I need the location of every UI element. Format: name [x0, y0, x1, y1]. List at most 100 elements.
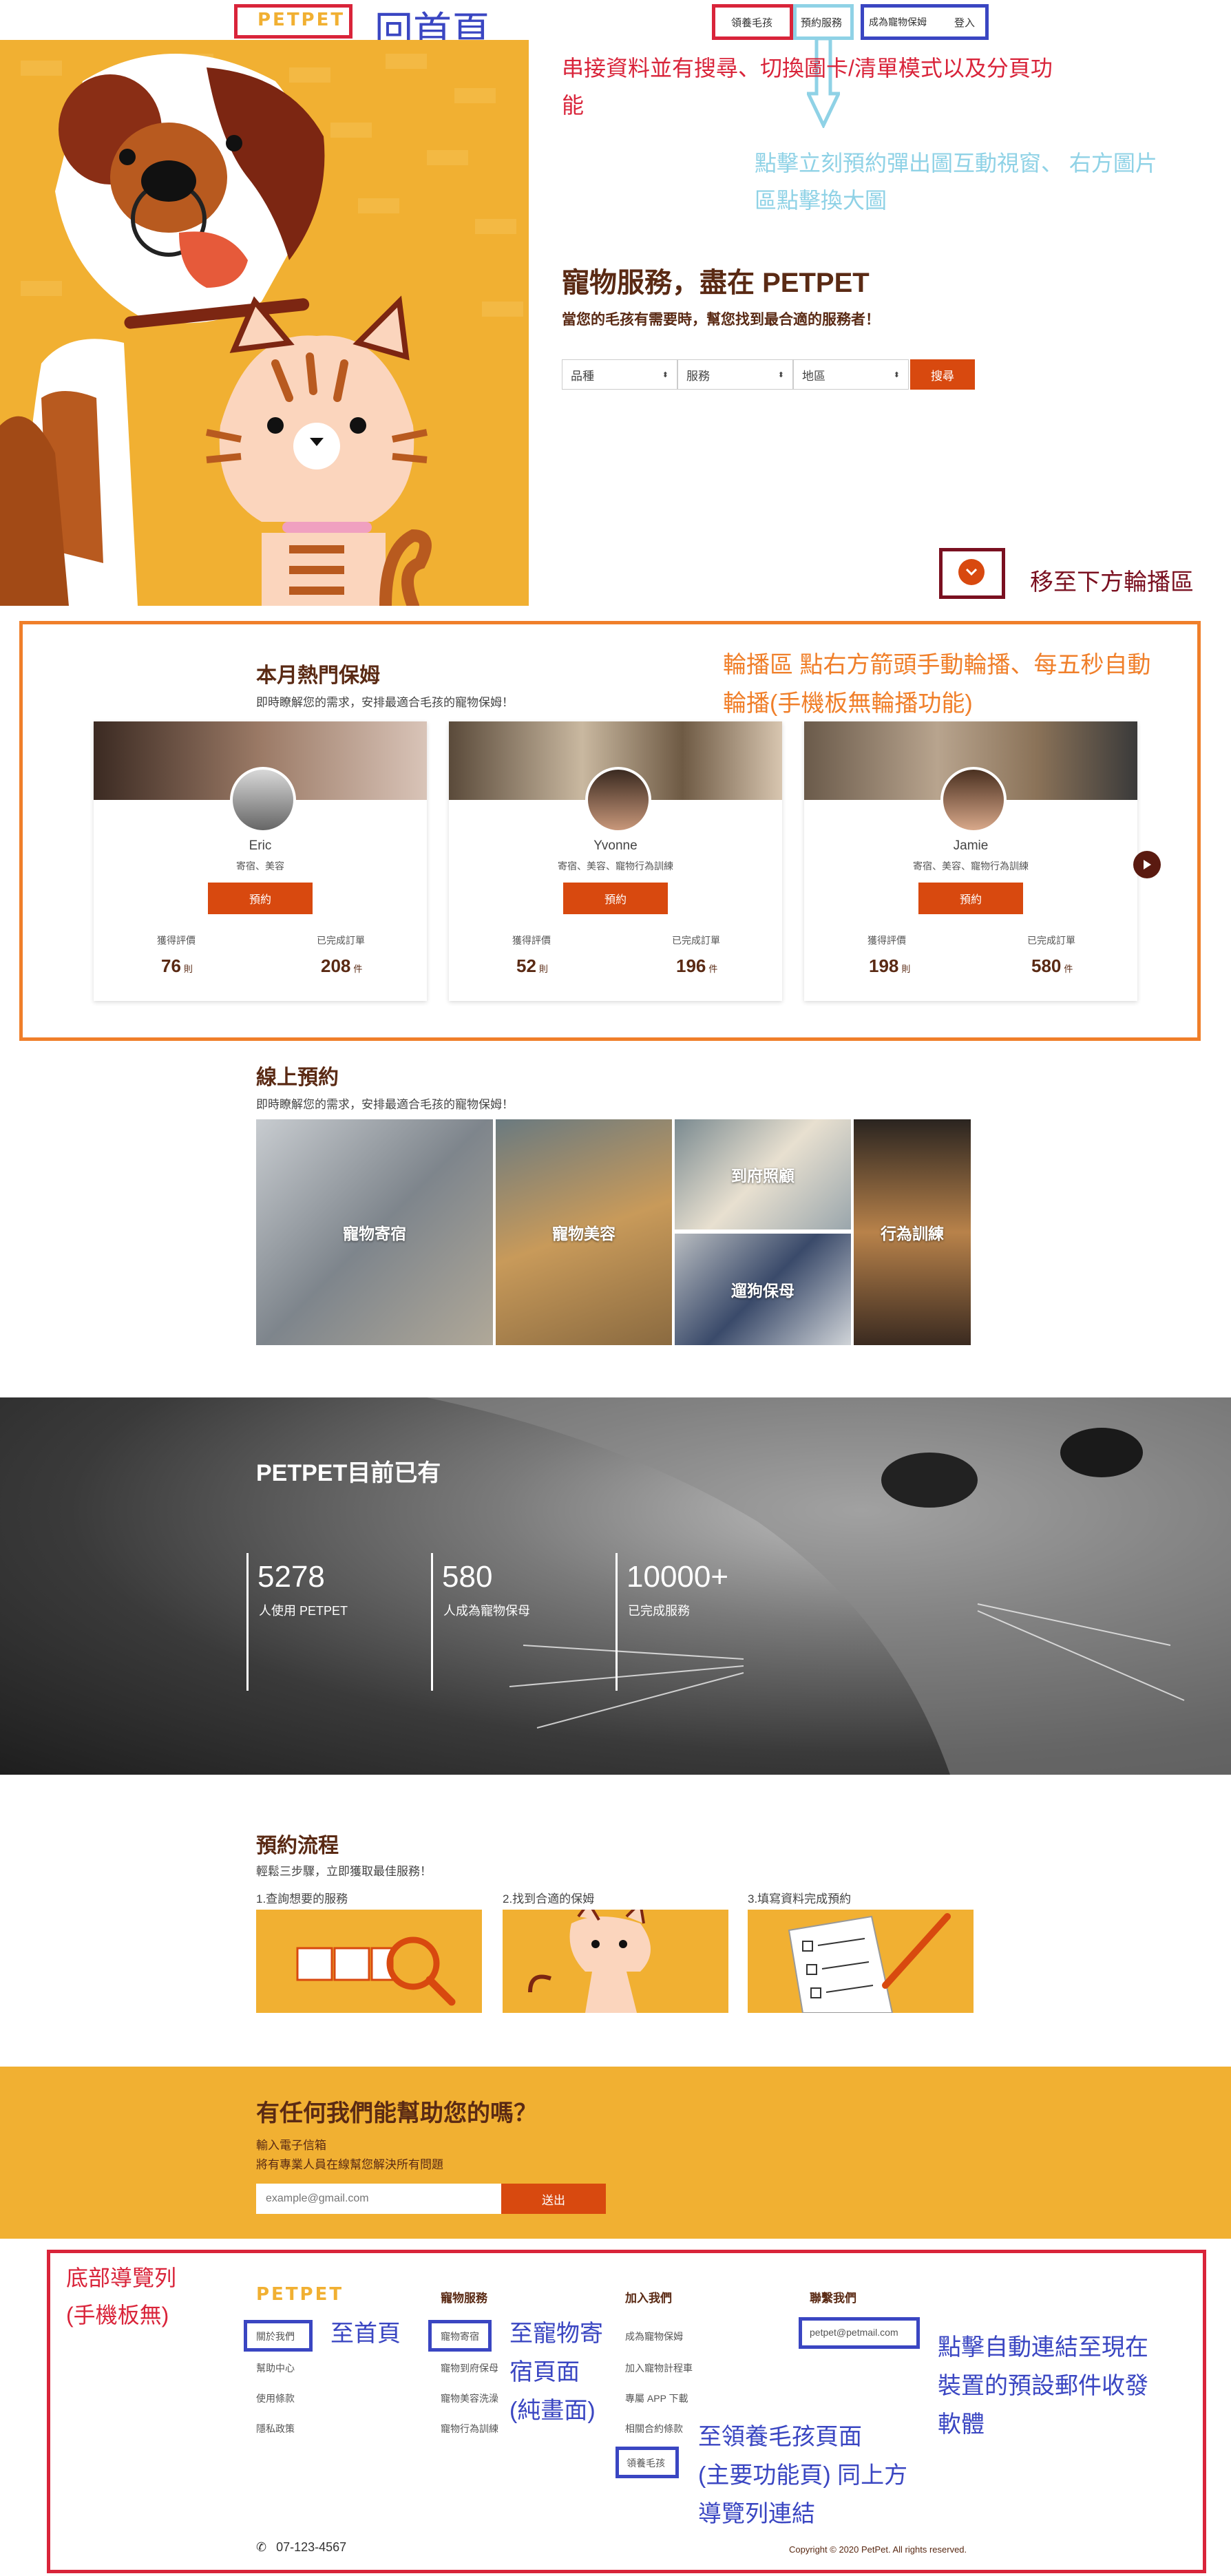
book-button[interactable]: 預約	[208, 883, 313, 914]
tile-home-care[interactable]: 到府照顧	[675, 1119, 851, 1229]
tile-label: 寵物寄宿	[343, 1225, 406, 1243]
orders-value: 196	[676, 956, 706, 976]
process-title: 預約流程	[256, 1835, 339, 1857]
rating-value: 198	[869, 956, 899, 976]
footer-link-grooming[interactable]: 寵物美容洗澡	[441, 2392, 498, 2405]
nav-login[interactable]: 登入	[954, 15, 975, 30]
rating-unit: 則	[901, 964, 911, 974]
footer-link-adopt[interactable]: 領養毛孩	[627, 2456, 665, 2470]
orders-label: 已完成訂單	[672, 935, 720, 946]
phone-number: 07-123-4567	[276, 2540, 347, 2554]
step-fill-form-illustration	[748, 1910, 974, 2014]
annotation-line: 底部導覽列	[66, 2266, 177, 2290]
tile-dog-walking[interactable]: 遛狗保母	[675, 1234, 851, 1345]
footer-copyright: Copyright © 2020 PetPet. All rights rese…	[789, 2544, 967, 2555]
scroll-down-button[interactable]	[958, 559, 985, 585]
tile-label: 到府照顧	[731, 1167, 795, 1185]
phone-icon: ✆	[256, 2540, 267, 2554]
stat-label: 人使用 PETPET	[259, 1604, 348, 1618]
stat-number: 5278	[257, 1560, 325, 1594]
filter-region-select[interactable]: 地區 ⬍	[793, 359, 909, 390]
annotation-email-auto: 點擊自動連結至現在 裝置的預設郵件收發 軟體	[938, 2328, 1148, 2444]
footer-link-privacy[interactable]: 隱私政策	[256, 2422, 295, 2436]
filter-service-label: 服務	[686, 369, 710, 383]
tile-boarding[interactable]: 寵物寄宿	[256, 1119, 493, 1345]
select-arrows-icon: ⬍	[662, 370, 669, 379]
footer-phone[interactable]: ✆ 07-123-4567	[256, 2540, 346, 2555]
annotation-scroll-down: 移至下方輪播區	[1030, 569, 1194, 595]
footer-heading-join: 加入我們	[625, 2292, 672, 2305]
sitter-name: Eric	[249, 838, 272, 853]
process-subtitle: 輕鬆三步驟，立即獲取最佳服務！	[256, 1865, 432, 1878]
help-title: 有任何我們能幫助您的嗎？	[256, 2100, 537, 2126]
orders-label: 已完成訂單	[1027, 935, 1075, 946]
footer-link-about[interactable]: 關於我們	[256, 2330, 295, 2343]
footer-link-terms[interactable]: 使用條款	[256, 2392, 295, 2405]
search-button[interactable]: 搜尋	[910, 359, 975, 390]
rating-label: 獲得評價	[512, 935, 551, 946]
footer-link-app[interactable]: 專屬 APP 下載	[625, 2392, 688, 2405]
stat-number: 580	[442, 1560, 493, 1594]
book-button[interactable]: 預約	[563, 883, 668, 914]
annotation-line: 至領養毛孩頁面	[698, 2424, 862, 2450]
footer-email-link[interactable]: petpet@petmail.com	[810, 2327, 898, 2338]
nav-become-sitter[interactable]: 成為寵物保姆	[869, 15, 927, 29]
stat-number: 10000+	[627, 1560, 729, 1594]
tile-label: 遛狗保母	[731, 1282, 795, 1300]
nav-adopt[interactable]: 領養毛孩	[731, 15, 772, 30]
header-logo[interactable]: PETPET	[257, 10, 345, 30]
orders-unit: 件	[353, 964, 363, 974]
sitter-tags: 寄宿、美容	[236, 861, 284, 872]
annotation-footer-nav: 底部導覽列 (手機板無)	[66, 2259, 176, 2334]
footer-link-help[interactable]: 幫助中心	[256, 2361, 295, 2375]
annotation-line: 裝置的預設郵件收發	[938, 2373, 1148, 2399]
stat-label: 已完成服務	[628, 1604, 690, 1618]
annotation-line: 輪播(手機板無輪播功能)	[723, 690, 973, 717]
popular-title: 本月熱門保姆	[256, 664, 380, 687]
orders-unit: 件	[708, 964, 718, 974]
step-label: 3.填寫資料完成預約	[748, 1892, 852, 1905]
email-input[interactable]	[256, 2184, 501, 2214]
filter-service-select[interactable]: 服務 ⬍	[677, 359, 793, 390]
footer-logo[interactable]: PETPET	[256, 2284, 344, 2305]
orders-unit: 件	[1064, 964, 1073, 974]
orders-value: 208	[321, 956, 351, 976]
filter-breed-select[interactable]: 品種 ⬍	[562, 359, 677, 390]
tile-training[interactable]: 行為訓練	[854, 1119, 971, 1345]
rating-unit: 則	[538, 964, 548, 974]
annotation-booking-popup: 點擊立刻預約彈出圖互動視窗、 右方圖片 區點擊換大圖	[755, 145, 1157, 219]
popular-subtitle: 即時瞭解您的需求，安排最適合毛孩的寵物保姆！	[256, 696, 514, 709]
footer-link-boarding[interactable]: 寵物寄宿	[441, 2330, 479, 2343]
carousel-next-button[interactable]	[1133, 851, 1161, 878]
hero-subtitle: 當您的毛孩有需要時，幫您找到最合適的服務者！	[562, 312, 880, 328]
rating-value: 52	[516, 956, 536, 976]
book-button[interactable]: 預約	[918, 883, 1023, 914]
booking-title: 線上預約	[256, 1066, 339, 1089]
footer-link-taxi[interactable]: 加入寵物計程車	[625, 2361, 693, 2375]
annotation-search-feature: 串接資料並有搜尋、切換圖卡/清單模式以及分頁功 能	[562, 50, 1053, 124]
annotation-line: (純畫面)	[509, 2398, 596, 2424]
annotation-line: 宿頁面	[509, 2359, 580, 2385]
footer-link-training[interactable]: 寵物行為訓練	[441, 2422, 498, 2436]
footer-link-become-sitter[interactable]: 成為寵物保姆	[625, 2330, 683, 2343]
rating-count: 198 則	[869, 956, 910, 977]
sitter-card: Jamie 寄宿、美容、寵物行為訓練 預約 獲得評價 198 則 已完成訂單 58…	[804, 721, 1137, 1001]
sitter-name: Jamie	[953, 838, 989, 853]
footer-link-home-sitter[interactable]: 寵物到府保母	[441, 2361, 498, 2375]
tile-grooming[interactable]: 寵物美容	[496, 1119, 672, 1345]
sitter-tags: 寄宿、美容、寵物行為訓練	[558, 861, 673, 872]
orders-count: 208 件	[321, 956, 362, 977]
nav-booking[interactable]: 預約服務	[801, 15, 842, 30]
select-arrows-icon: ⬍	[893, 370, 900, 379]
submit-button[interactable]: 送出	[501, 2184, 606, 2214]
rating-value: 76	[161, 956, 181, 976]
annotation-line: 區點擊換大圖	[755, 188, 887, 213]
booking-subtitle: 即時瞭解您的需求，安排最適合毛孩的寵物保姆！	[256, 1098, 514, 1111]
orders-count: 580 件	[1031, 956, 1073, 977]
annotation-line: 輪播區 點右方箭頭手動輪播、每五秒自動	[723, 652, 1151, 678]
play-arrow-icon	[1144, 860, 1151, 869]
step-find-sitter-illustration	[503, 1899, 728, 2013]
annotation-line: 串接資料並有搜尋、切換圖卡/清單模式以及分頁功	[562, 56, 1053, 81]
avatar	[585, 767, 651, 833]
footer-link-contract[interactable]: 相關合約條款	[625, 2422, 683, 2436]
